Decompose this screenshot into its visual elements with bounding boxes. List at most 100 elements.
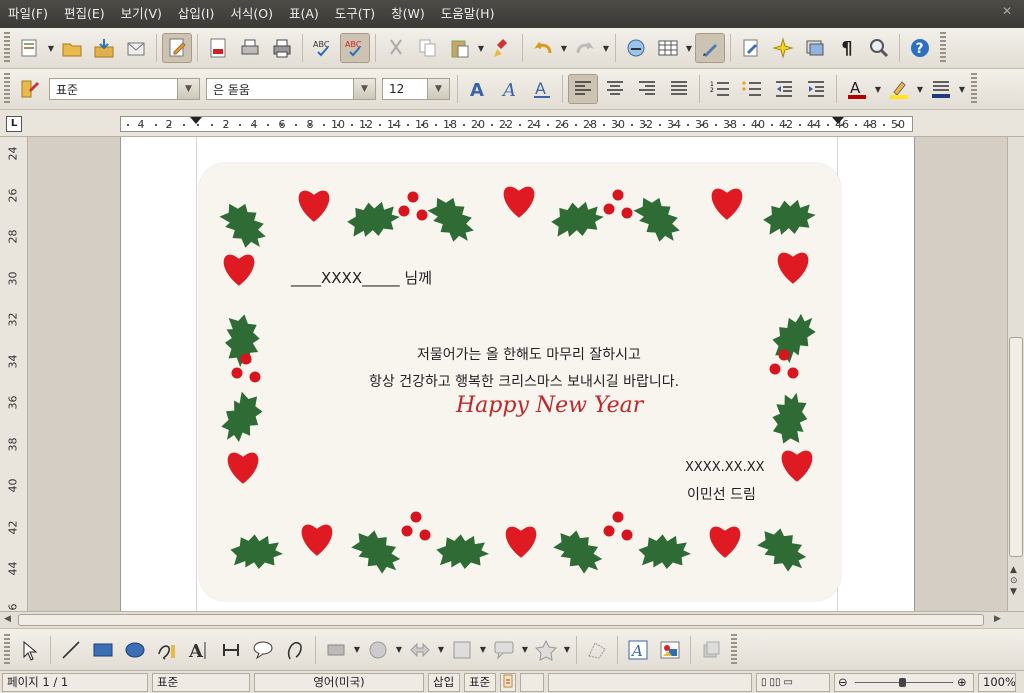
menu-item-1[interactable]: 편집(E) (56, 0, 113, 28)
formatting-marks-icon[interactable]: ¶ (832, 33, 862, 63)
document-modified-icon[interactable] (500, 672, 516, 692)
help-icon[interactable]: ? (905, 33, 935, 63)
ellipse-icon[interactable] (120, 635, 150, 665)
chevron-down-icon[interactable]: ▼ (353, 79, 375, 99)
menu-item-7[interactable]: 창(W) (383, 0, 433, 28)
rectangle-icon[interactable] (88, 635, 118, 665)
background-color-icon[interactable] (926, 74, 956, 104)
zoom-percent[interactable]: 100% (978, 672, 1016, 692)
bullets-icon[interactable] (737, 74, 767, 104)
callouts-icon[interactable] (489, 635, 519, 665)
callout-icon[interactable] (248, 635, 278, 665)
stars-dropdown[interactable]: ▼ (562, 635, 572, 665)
menu-item-2[interactable]: 보기(V) (113, 0, 170, 28)
font-size-combo[interactable]: 12 ▼ (382, 78, 450, 100)
basic-shapes-icon[interactable] (321, 635, 351, 665)
menu-item-0[interactable]: 파일(F) (0, 0, 56, 28)
gallery-icon[interactable] (800, 33, 830, 63)
document-area[interactable]: ____XXXX_____ 님께 저물어가는 올 한해도 마무리 잘하시고 항상… (28, 137, 1007, 611)
scroll-left-icon[interactable]: ◀ (4, 614, 11, 624)
open-icon[interactable] (57, 33, 87, 63)
table-icon[interactable] (653, 33, 683, 63)
paragraph-style-combo[interactable]: 표준 ▼ (49, 78, 200, 100)
scroll-right-icon[interactable]: ▶ (994, 614, 1001, 624)
view-layout[interactable]: ▯ ▯▯ ▭ (756, 672, 830, 692)
undo-dropdown[interactable]: ▼ (559, 33, 569, 63)
page[interactable]: ____XXXX_____ 님께 저물어가는 올 한해도 마무리 잘하시고 항상… (120, 137, 915, 611)
edit-mode-icon[interactable] (162, 33, 192, 63)
redo-dropdown[interactable]: ▼ (601, 33, 611, 63)
justify-icon[interactable] (664, 74, 694, 104)
left-indent-marker[interactable] (190, 117, 202, 124)
page-count[interactable]: 페이지 1 / 1 (2, 672, 148, 692)
callouts-dropdown[interactable]: ▼ (520, 635, 530, 665)
styles-formatting-icon[interactable] (15, 74, 45, 104)
cut-icon[interactable] (381, 33, 411, 63)
page-nav-icons[interactable]: ▲ ⊙ ▼ (1010, 565, 1018, 598)
right-indent-marker[interactable] (832, 117, 844, 124)
numbering-icon[interactable]: 12 (705, 74, 735, 104)
highlight-icon[interactable] (884, 74, 914, 104)
close-icon[interactable]: ✕ (1000, 4, 1014, 18)
tab-stop-selector[interactable]: L (6, 116, 22, 132)
clone-formatting-icon[interactable] (487, 33, 517, 63)
font-name-combo[interactable]: 은 돋움 ▼ (206, 78, 376, 100)
export-pdf-icon[interactable] (203, 33, 233, 63)
callout-line-icon[interactable] (216, 635, 246, 665)
increase-indent-icon[interactable] (801, 74, 831, 104)
selection-mode[interactable]: 표준 (464, 672, 496, 692)
symbol-shapes-icon[interactable] (363, 635, 393, 665)
horizontal-ruler[interactable]: 4224681012141618202224262830323436384042… (120, 116, 913, 132)
flowchart-icon[interactable] (447, 635, 477, 665)
undo-icon[interactable] (528, 33, 558, 63)
select-arrow-icon[interactable] (15, 635, 45, 665)
freeform-icon[interactable] (152, 635, 182, 665)
italic-icon[interactable]: A (495, 74, 525, 104)
print-preview-icon[interactable] (267, 33, 297, 63)
vertical-scroll-thumb[interactable] (1009, 337, 1023, 557)
insert-mode[interactable]: 삽입 (428, 672, 460, 692)
horizontal-scrollbar[interactable]: ◀ ▶ (0, 611, 1024, 628)
decrease-indent-icon[interactable] (769, 74, 799, 104)
new-dropdown[interactable]: ▼ (46, 33, 56, 63)
hyperlink-icon[interactable] (621, 33, 651, 63)
autospellcheck-icon[interactable]: ABC (340, 33, 370, 63)
single-page-view-icon[interactable]: ▯ (761, 674, 767, 691)
zoom-in-icon[interactable]: ⊕ (957, 674, 967, 691)
toolbar-overflow[interactable] (731, 633, 737, 666)
toolbar-grip[interactable] (4, 633, 10, 666)
toolbar-overflow[interactable] (940, 32, 946, 64)
symbol-shapes-dropdown[interactable]: ▼ (394, 635, 404, 665)
show-draw-functions-icon[interactable] (695, 33, 725, 63)
vertical-scrollbar[interactable]: ▲ ⊙ ▼ (1007, 137, 1024, 611)
align-left-icon[interactable] (568, 74, 598, 104)
menu-item-4[interactable]: 서식(O) (222, 0, 281, 28)
vertical-ruler[interactable]: 24 26 28 30 32 34 36 38 40 42 44 46 (0, 137, 28, 611)
paste-dropdown[interactable]: ▼ (476, 33, 486, 63)
block-arrows-icon[interactable] (405, 635, 435, 665)
fontwork-gallery-icon[interactable]: A (623, 635, 653, 665)
background-color-dropdown[interactable]: ▼ (957, 74, 967, 104)
zoom-slider[interactable]: ⊖ ⊕ (834, 672, 974, 692)
align-right-icon[interactable] (632, 74, 662, 104)
zoom-slider-handle[interactable] (899, 677, 906, 687)
underline-icon[interactable]: A (527, 74, 557, 104)
save-icon[interactable] (89, 33, 119, 63)
paragraph-style-value[interactable]: 표준 (50, 81, 177, 98)
toolbar-overflow[interactable] (971, 73, 977, 105)
new-document-icon[interactable] (15, 33, 45, 63)
align-center-icon[interactable] (600, 74, 630, 104)
stars-icon[interactable] (531, 635, 561, 665)
block-arrows-dropdown[interactable]: ▼ (436, 635, 446, 665)
spellcheck-icon[interactable]: ABC (308, 33, 338, 63)
highlight-dropdown[interactable]: ▼ (915, 74, 925, 104)
navigator-icon[interactable] (768, 33, 798, 63)
multi-page-view-icon[interactable]: ▯▯ (770, 674, 781, 691)
flowchart-dropdown[interactable]: ▼ (478, 635, 488, 665)
font-color-icon[interactable]: A (842, 74, 872, 104)
font-name-value[interactable]: 은 돋움 (207, 81, 353, 98)
copy-icon[interactable] (413, 33, 443, 63)
basic-shapes-dropdown[interactable]: ▼ (352, 635, 362, 665)
font-size-value[interactable]: 12 (383, 82, 427, 96)
zoom-icon[interactable] (864, 33, 894, 63)
